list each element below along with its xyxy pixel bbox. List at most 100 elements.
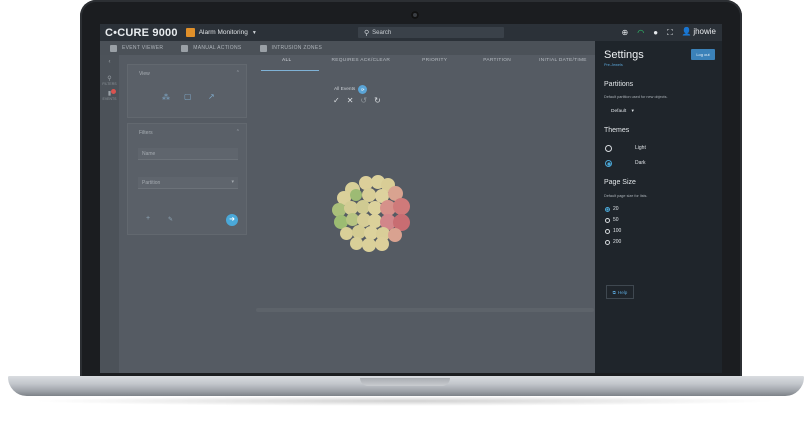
camera-icon [411, 11, 419, 19]
theme-dark-label: Dark [635, 160, 646, 166]
collapse-icon[interactable]: ‹ [100, 59, 119, 65]
chevron-down-icon[interactable]: ▼ [252, 30, 257, 36]
rail-label-events: EVENTS [102, 97, 117, 101]
events-count-badge: ⟳ [358, 85, 368, 94]
name-filter-input[interactable]: Name [138, 148, 238, 160]
filter-priority[interactable]: PRIORITY [420, 58, 449, 63]
globe-icon[interactable]: ⊕ [622, 28, 629, 38]
event-bubble[interactable] [393, 198, 410, 215]
tab-intrusion-zones[interactable]: INTRUSION ZONES [259, 44, 323, 52]
search-input[interactable]: ⚲ Search [358, 27, 504, 38]
theme-option-light[interactable] [605, 145, 612, 152]
user-icon: 👤 [681, 27, 692, 36]
user-menu[interactable]: 👤 jhowie [682, 27, 716, 38]
chevron-down-icon: ▾ [631, 109, 634, 114]
app-topbar: C•CURE 9000 Alarm Monitoring ▼ ⚲ Search … [100, 24, 722, 41]
acknowledge-icon[interactable]: ✓ [333, 96, 340, 106]
fullscreen-icon[interactable]: ⛶ [667, 28, 673, 38]
event-bubble[interactable] [375, 237, 389, 251]
page-size-option-200[interactable]: 200 [605, 239, 621, 245]
manual-actions-icon [181, 44, 189, 52]
all-events-label: All Events [334, 87, 356, 92]
page-size-label: 20 [613, 206, 619, 212]
partition-select[interactable]: Default ▾ [611, 109, 634, 114]
filter-icon[interactable]: ⚲ [100, 75, 119, 82]
filters-panel-title: Filters [139, 130, 153, 136]
partition-select-value: Default [611, 109, 627, 114]
filter-partition[interactable]: PARTITION [481, 58, 513, 63]
page-size-option-50[interactable]: 50 [605, 217, 619, 223]
apply-filter-button[interactable]: ➜ [226, 214, 238, 226]
tab-label: MANUAL ACTIONS [193, 45, 242, 51]
chevron-up-icon[interactable]: ⌃ [236, 70, 240, 76]
page-size-label: 50 [613, 217, 619, 223]
partitions-heading: Partitions [604, 81, 634, 88]
horizontal-scrollbar[interactable] [256, 308, 594, 312]
tab-manual-actions[interactable]: MANUAL ACTIONS [181, 44, 242, 52]
alarm-app-icon [185, 28, 195, 37]
settings-drawer: Settings Pre-Jewels Log out Partitions D… [595, 41, 722, 373]
event-bubble[interactable] [388, 228, 402, 242]
clear-icon[interactable]: ✕ [347, 96, 354, 106]
active-filter-indicator [261, 70, 319, 71]
brand-logo: C•CURE 9000 [105, 26, 178, 39]
partition-filter-placeholder: Partition [142, 180, 161, 186]
theme-option-dark[interactable] [605, 160, 612, 167]
wifi-icon[interactable]: ◠ [637, 28, 644, 38]
event-bubble[interactable] [362, 238, 376, 252]
help-button[interactable]: ⧉ Help [606, 285, 634, 299]
filter-all[interactable]: ALL [280, 58, 293, 63]
radio-icon [605, 228, 610, 234]
all-events-header: All Events ⟳ [334, 85, 368, 94]
partitions-description: Default partition used for new objects. [604, 95, 668, 99]
event-viewer-icon [110, 44, 117, 52]
laptop-shadow [30, 396, 780, 406]
events-icon[interactable]: ▮ [100, 89, 119, 97]
tab-event-viewer[interactable]: EVENT VIEWER [110, 44, 164, 52]
bubble-view-icon[interactable]: ⁂ [162, 93, 170, 102]
username: jhowie [693, 27, 716, 36]
event-filter-tabs: ALL REQUIRES ACK/CLEAR PRIORITY PARTITIO… [250, 58, 625, 63]
events-badge [111, 89, 116, 94]
event-actions: ✓ ✕ ↺ ↻ [333, 96, 381, 106]
settings-title: Settings [604, 49, 644, 61]
external-link-icon: ⧉ [612, 289, 616, 295]
chevron-up-icon[interactable]: ⌃ [236, 129, 240, 135]
filters-panel: Filters ⌃ Name Partition ▾ + ✎ ➜ [127, 123, 247, 235]
rail-label-filters: FILTERS [102, 82, 117, 86]
tab-label: INTRUSION ZONES [271, 45, 323, 51]
logout-button[interactable]: Log out [691, 49, 715, 60]
filter-requires-ack[interactable]: REQUIRES ACK/CLEAR [329, 58, 392, 63]
refresh-icon[interactable]: ↻ [374, 96, 381, 106]
radio-selected-icon [605, 160, 612, 167]
intrusion-zones-icon [259, 44, 267, 52]
view-panel-title: View [139, 71, 150, 77]
page-size-option-20[interactable]: 20 [605, 206, 619, 212]
chevron-down-icon: ▾ [231, 179, 234, 185]
name-filter-placeholder: Name [142, 151, 156, 157]
undo-icon[interactable]: ↺ [360, 96, 367, 106]
info-icon[interactable]: ● [653, 28, 658, 38]
page-size-label: 100 [613, 228, 622, 234]
laptop-notch [360, 378, 450, 386]
list-view-icon[interactable]: ↗ [208, 92, 215, 101]
app-switcher[interactable]: Alarm Monitoring [199, 29, 248, 36]
page-size-description: Default page size for lists. [604, 194, 648, 198]
search-placeholder: Search [372, 29, 392, 36]
settings-subtitle: Pre-Jewels [604, 63, 623, 67]
edit-icon[interactable]: ✎ [168, 216, 173, 223]
partition-filter-select[interactable]: Partition ▾ [138, 177, 238, 189]
grid-view-icon[interactable]: ▢ [184, 92, 192, 101]
event-bubble[interactable] [350, 189, 362, 201]
screen: C•CURE 9000 Alarm Monitoring ▼ ⚲ Search … [100, 24, 722, 373]
filter-initial-datetime[interactable]: INITIAL DATE/TIME [537, 58, 589, 63]
radio-icon [605, 145, 612, 152]
view-panel: View ⌃ ⁂ ▢ ↗ [127, 64, 247, 118]
theme-light-label: Light [635, 145, 646, 151]
tab-label: EVENT VIEWER [122, 45, 164, 51]
radio-icon [605, 239, 610, 245]
themes-heading: Themes [604, 127, 630, 134]
add-icon[interactable]: + [146, 215, 150, 222]
page-size-label: 200 [613, 239, 622, 245]
page-size-option-100[interactable]: 100 [605, 228, 621, 234]
